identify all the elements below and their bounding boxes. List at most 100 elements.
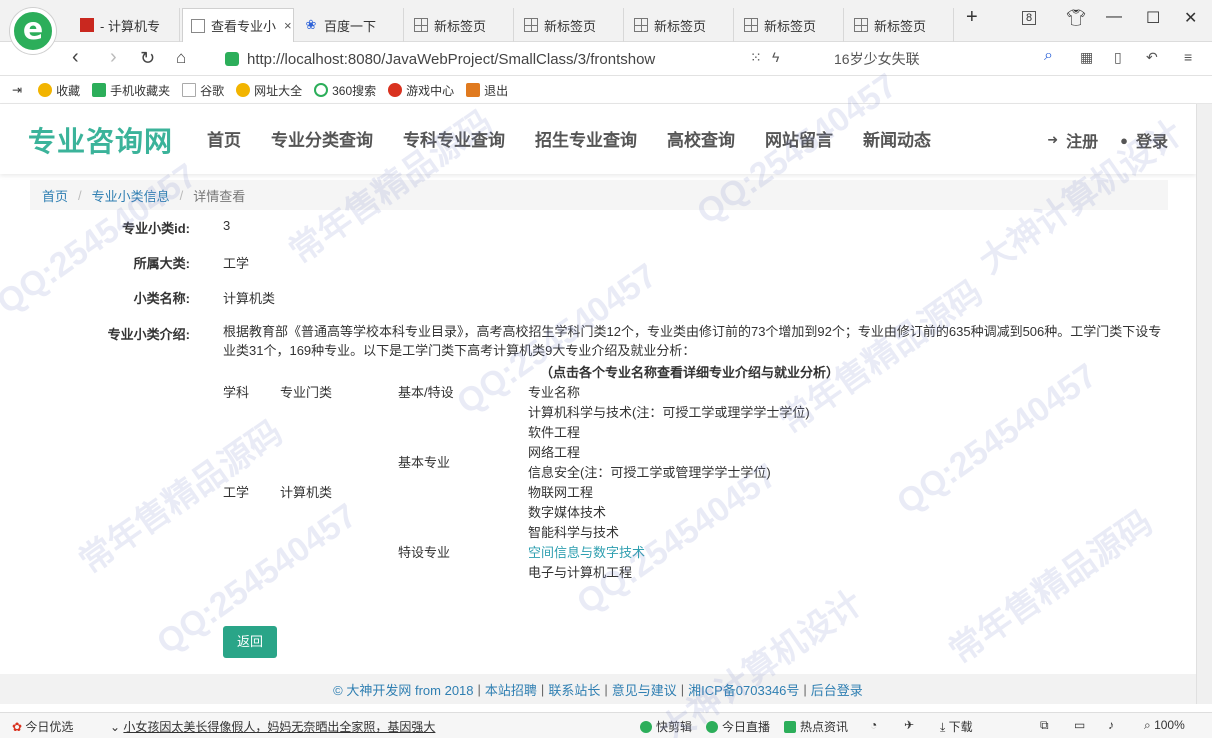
auth-links: ➜ 注册 ● 登录: [1025, 128, 1168, 152]
footer-copyright[interactable]: © 大神开发网 from 2018: [333, 680, 473, 699]
nav-home[interactable]: 首页: [207, 126, 241, 151]
major-link[interactable]: 软件工程: [528, 422, 580, 441]
apps-grid-icon[interactable]: ⁙: [750, 49, 762, 66]
quick-edit[interactable]: 快剪辑: [640, 718, 692, 735]
tab-baidu[interactable]: ❀ 百度一下: [296, 8, 404, 42]
tab-label: 新标签页: [654, 18, 707, 34]
login-link[interactable]: ● 登录: [1120, 128, 1168, 152]
minimize-icon[interactable]: —: [1106, 8, 1122, 26]
nav-university[interactable]: 高校查询: [667, 126, 735, 151]
today-picks[interactable]: ✿ 今日优选: [12, 718, 73, 735]
home-icon[interactable]: ⌂: [176, 48, 186, 68]
nav-message[interactable]: 网站留言: [765, 126, 833, 151]
footer-admin-login[interactable]: 后台登录: [811, 680, 863, 699]
tab-new-4[interactable]: 新标签页: [736, 8, 844, 42]
360-search-icon: [314, 83, 329, 97]
footer-feedback[interactable]: 意见与建议: [612, 680, 677, 699]
menu-icon[interactable]: ≡: [1184, 49, 1192, 65]
apps-icon[interactable]: ▦: [1080, 49, 1093, 66]
major-link[interactable]: 网络工程: [528, 442, 580, 461]
screenshot-icon[interactable]: ⧉: [1040, 718, 1049, 733]
breadcrumb-subclass[interactable]: 专业小类信息: [92, 186, 170, 205]
major-link[interactable]: 信息安全(注：可授工学或管理学学士学位): [528, 462, 771, 481]
bookmark-exit[interactable]: 退出: [466, 82, 508, 99]
bookmark-mobile[interactable]: 手机收藏夹: [92, 82, 170, 99]
maximize-icon[interactable]: ☐: [1146, 8, 1160, 28]
footer-separator: |: [680, 681, 685, 697]
tab-computer[interactable]: - 计算机专: [72, 8, 180, 42]
footer-icp[interactable]: 湘ICP备0703346号: [688, 680, 799, 699]
nav-junior-college-major[interactable]: 专科专业查询: [403, 126, 505, 151]
major-link[interactable]: 电子与计算机工程: [528, 562, 632, 581]
tab-view-subclass[interactable]: 查看专业小 ×: [182, 8, 294, 42]
mobile-icon[interactable]: ▯: [1114, 49, 1122, 66]
major-link[interactable]: 计算机科学与技术(注：可授工学或理学学士学位): [528, 402, 810, 421]
site-header: 专业咨询网 首页 专业分类查询 专科专业查询 招生专业查询 高校查询 网站留言 …: [0, 104, 1196, 174]
breadcrumb-current: 详情查看: [193, 188, 246, 204]
extension-icon[interactable]: ✈: [904, 718, 914, 732]
site-logo[interactable]: 专业咨询网: [28, 120, 173, 160]
undo-icon[interactable]: ↶: [1146, 49, 1158, 66]
bookmark-directory[interactable]: 网址大全: [236, 82, 302, 99]
breadcrumb-separator: /: [179, 187, 184, 203]
major-link[interactable]: 数字媒体技术: [528, 502, 606, 521]
watermark: 常年售精品源码: [942, 503, 1160, 672]
name-label: 小类名称:: [133, 291, 190, 306]
major-link[interactable]: 物联网工程: [528, 482, 593, 501]
tab-new-3[interactable]: 新标签页: [626, 8, 734, 42]
download-icon: ⤓: [940, 720, 946, 734]
refresh-icon[interactable]: ↻: [140, 48, 155, 69]
major-link[interactable]: 智能科学与技术: [528, 522, 619, 541]
nav-major-category[interactable]: 专业分类查询: [271, 126, 373, 151]
footer-contact[interactable]: 联系站长: [548, 680, 600, 699]
footer-recruit[interactable]: 本站招聘: [485, 680, 537, 699]
lightning-icon[interactable]: ϟ: [772, 49, 779, 65]
speed-icon[interactable]: ◔: [870, 718, 877, 732]
tab-count-badge[interactable]: 8: [1022, 11, 1037, 25]
sidebar-toggle-icon[interactable]: ⇥: [12, 83, 22, 97]
tab-label: 查看专业小: [211, 19, 277, 34]
page-scrollbar[interactable]: [1196, 104, 1212, 704]
search-suggestion[interactable]: 16岁少女失联: [834, 49, 920, 69]
play-icon: [706, 721, 718, 733]
back-arrow-icon[interactable]: ‹: [72, 46, 79, 69]
browser-logo-icon[interactable]: e: [10, 8, 56, 54]
major-link[interactable]: 空间信息与数字技术: [528, 542, 645, 561]
today-live[interactable]: 今日直播: [706, 718, 770, 735]
tab-label: 新标签页: [764, 18, 817, 34]
close-tab-icon[interactable]: ×: [284, 18, 292, 33]
close-window-icon[interactable]: ✕: [1184, 8, 1197, 28]
zoom-icon: ⌕: [1144, 718, 1151, 732]
bookmark-360[interactable]: 360搜索: [314, 82, 376, 99]
hot-news[interactable]: 热点资讯: [784, 718, 848, 735]
register-link[interactable]: ➜ 注册: [1047, 128, 1098, 152]
new-tab-button[interactable]: +: [966, 6, 978, 29]
forward-arrow-icon[interactable]: ›: [110, 46, 117, 69]
breadcrumb: 首页 / 专业小类信息 / 详情查看: [30, 180, 1168, 210]
shirt-skin-icon[interactable]: 👕︎: [1066, 8, 1086, 28]
tab-new-2[interactable]: 新标签页: [516, 8, 624, 42]
tab-new-5[interactable]: 新标签页: [846, 8, 954, 42]
category-value: 工学: [223, 256, 250, 271]
sign-in-icon: ➜: [1047, 132, 1059, 147]
quick-edit-label: 快剪辑: [656, 720, 693, 734]
header-type: 基本/特设: [398, 385, 454, 400]
sound-icon[interactable]: ♪: [1108, 718, 1114, 732]
news-ticker-text: 小女孩因太美长得像假人，妈妈无奈晒出全家照，基因强大: [123, 720, 436, 734]
window-icon[interactable]: ▭: [1074, 718, 1085, 732]
search-icon[interactable]: ⌕: [1044, 47, 1053, 65]
nav-admission-major[interactable]: 招生专业查询: [535, 126, 637, 151]
tab-label: 新标签页: [434, 18, 487, 34]
bookmark-google[interactable]: 谷歌: [182, 82, 224, 99]
nav-news[interactable]: 新闻动态: [863, 126, 931, 151]
site-footer: © 大神开发网 from 2018 | 本站招聘 | 联系站长 | 意见与建议 …: [0, 674, 1196, 704]
breadcrumb-home[interactable]: 首页: [42, 186, 68, 205]
news-ticker[interactable]: ⌄ 小女孩因太美长得像假人，妈妈无奈晒出全家照，基因强大: [110, 718, 435, 735]
download[interactable]: ⤓ 下载: [940, 718, 973, 735]
grid-icon: [854, 18, 868, 32]
tab-new-1[interactable]: 新标签页: [406, 8, 514, 42]
zoom[interactable]: ⌕ 100%: [1144, 718, 1185, 733]
bookmark-favorites[interactable]: 收藏: [38, 82, 80, 99]
bookmark-games[interactable]: 游戏中心: [388, 82, 454, 99]
back-button[interactable]: 返回: [223, 626, 277, 658]
